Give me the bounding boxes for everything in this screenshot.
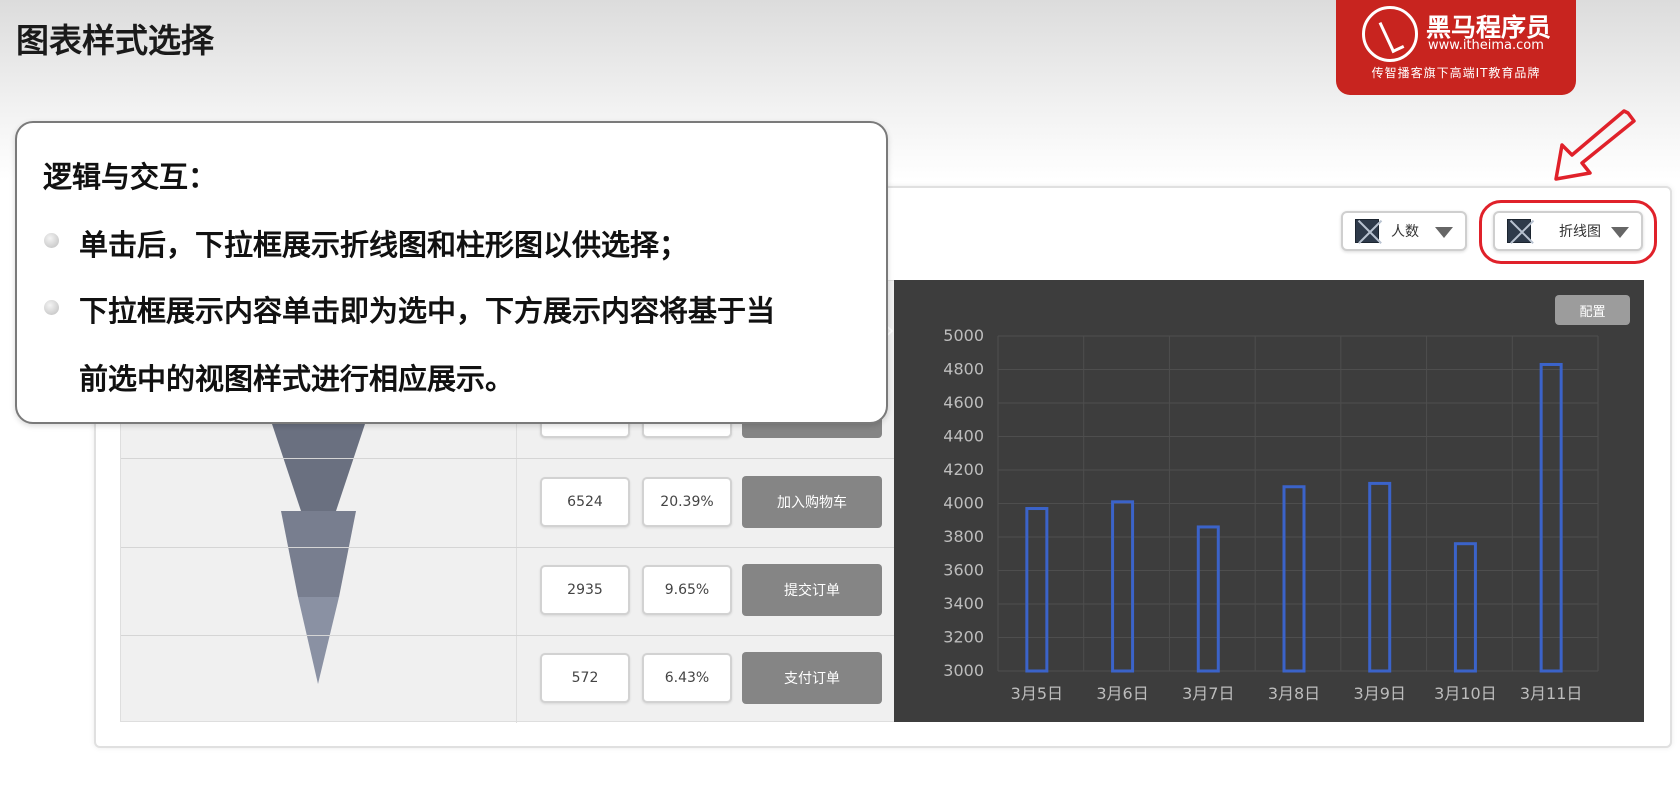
x-tick-label: 3月5日 [1011,684,1063,703]
funnel-count-cell: 572 [540,653,630,703]
pointer-arrow-icon [1554,109,1636,181]
brand-logo: 黑马程序员 www.itheima.com 传智播客旗下高端IT教育品牌 [1336,0,1576,95]
logo-url: www.itheima.com [1428,38,1544,53]
x-tick-label: 3月8日 [1268,684,1320,703]
bar-chart: 3000 3200 3400 3600 3800 4000 4200 4400 4600 4800… [894,280,1644,722]
metric-select[interactable]: 人数 [1341,211,1467,251]
y-tick-label: 3000 [943,661,984,680]
row-divider [121,635,896,636]
callout-line: 前选中的视图样式进行相应展示。 [79,362,515,396]
callout-line: 单击后，下拉框展示折线图和柱形图以供选择； [79,228,689,262]
y-tick-label: 4400 [943,427,984,446]
x-tick-label: 3月10日 [1434,684,1497,703]
add-to-cart-button[interactable]: 加入购物车 [742,476,882,528]
x-tick-label: 3月6日 [1096,684,1148,703]
funnel-count-cell: 6524 [540,477,630,527]
x-tick-label: 3月9日 [1354,684,1406,703]
y-tick-label: 3800 [943,527,984,546]
highlight-annotation [1479,200,1657,264]
funnel-rate-cell: 20.39% [642,477,732,527]
y-tick-label: 3600 [943,561,984,580]
bar [1282,485,1306,673]
bar [1368,481,1392,673]
y-tick-label: 3200 [943,628,984,647]
callout-heading: 逻辑与交互： [43,160,218,194]
y-tick-label: 5000 [943,326,984,345]
chevron-down-icon [1435,227,1453,238]
bar [1111,500,1135,673]
config-button[interactable]: 配置 [1555,295,1630,325]
row-divider [121,458,896,459]
pay-order-button[interactable]: 支付订单 [742,652,882,704]
callout-line: 下拉框展示内容单击即为选中，下方展示内容将基于当 [79,294,776,328]
x-tick-label: 3月11日 [1520,684,1583,703]
bar [1539,362,1563,673]
placeholder-image-icon [1355,219,1379,243]
funnel-count-cell: 2935 [540,565,630,615]
y-tick-label: 3400 [943,594,984,613]
bar-chart-svg: 3000 3200 3400 3600 3800 4000 4200 4400 4600 4800… [943,326,1599,703]
y-tick-label: 4000 [943,494,984,513]
x-tick-label: 3月7日 [1182,684,1234,703]
submit-order-button[interactable]: 提交订单 [742,564,882,616]
slide-title: 图表样式选择 [16,21,214,60]
y-tick-label: 4600 [943,393,984,412]
bar [1196,525,1220,673]
bullet-icon [44,233,59,248]
row-divider [121,547,896,548]
y-tick-label: 4800 [943,360,984,379]
bar [1025,507,1049,673]
metric-select-value: 人数 [1391,224,1419,240]
logo-slogan: 传智播客旗下高端IT教育品牌 [1371,66,1541,80]
bullet-icon [44,300,59,315]
logo-emblem-icon [1362,6,1418,62]
funnel-rate-cell: 9.65% [642,565,732,615]
y-tick-label: 4200 [943,460,984,479]
funnel-rate-cell: 6.43% [642,653,732,703]
bar [1453,542,1477,673]
